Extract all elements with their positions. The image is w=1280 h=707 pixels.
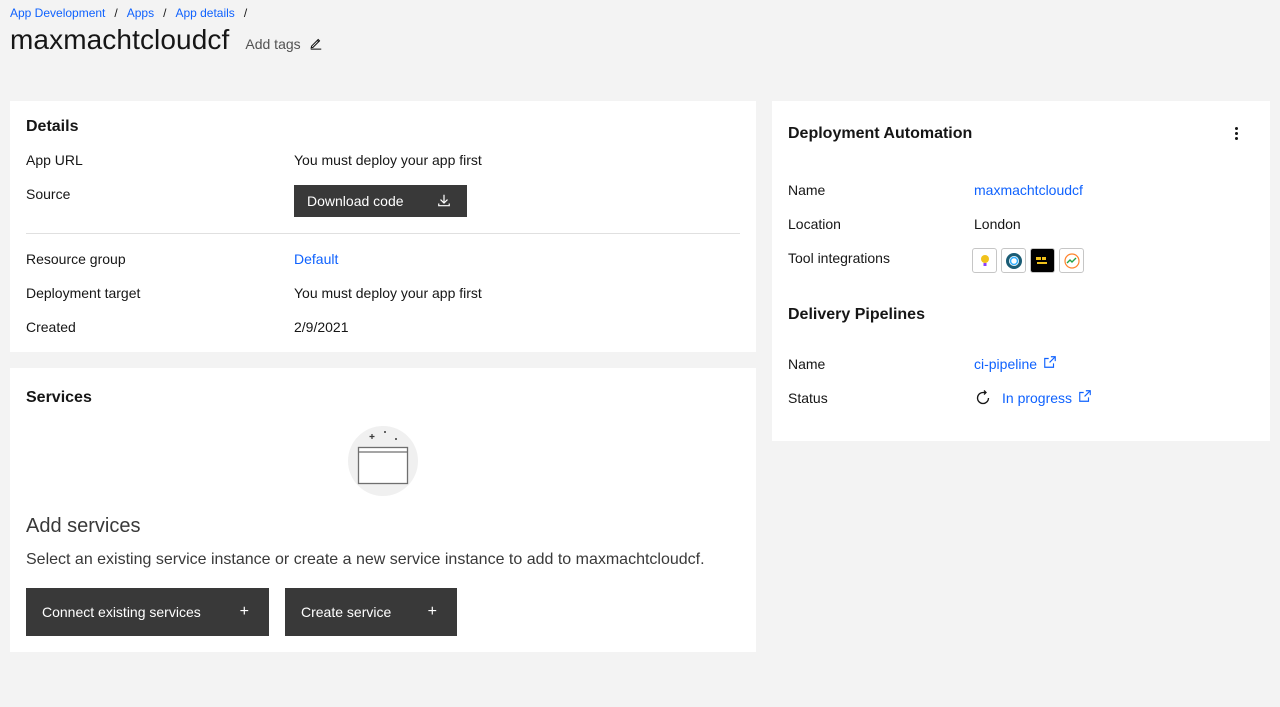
download-icon (437, 193, 451, 210)
app-url-value: You must deploy your app first (294, 152, 482, 168)
location-value: London (974, 216, 1021, 232)
add-tags-label: Add tags (245, 36, 301, 52)
pipeline-status-label: Status (788, 390, 828, 406)
plus-icon: + (239, 603, 249, 620)
app-url-label: App URL (26, 152, 83, 168)
location-label: Location (788, 216, 841, 232)
in-progress-icon (974, 389, 992, 407)
created-value: 2/9/2021 (294, 319, 349, 335)
connect-existing-services-label: Connect existing services (42, 604, 201, 620)
toolchain-icon[interactable] (1030, 248, 1055, 273)
download-code-label: Download code (307, 193, 404, 209)
download-code-button[interactable]: Download code (294, 185, 467, 217)
breadcrumb: App Development / Apps / App details / (10, 6, 256, 20)
pipeline-status-text: In progress (1002, 389, 1073, 406)
breadcrumb-apps[interactable]: Apps (127, 6, 154, 20)
source-label: Source (26, 186, 71, 202)
page-title: maxmachtcloudcf (10, 24, 230, 55)
deployment-target-label: Deployment target (26, 285, 141, 301)
toolchain-name-label: Name (788, 182, 826, 198)
details-divider (26, 233, 740, 234)
services-heading: Services (26, 389, 92, 406)
deployment-automation-panel: Deployment Automation Name maxmachtcloud… (772, 101, 1270, 441)
toolchain-name-link[interactable]: maxmachtcloudcf (974, 182, 1083, 198)
add-services-description: Select an existing service instance or c… (26, 551, 705, 568)
lightbulb-icon[interactable] (972, 248, 997, 273)
breadcrumb-app-development[interactable]: App Development (10, 6, 105, 20)
title-row: maxmachtcloudcf Add tags (10, 24, 323, 56)
ring-icon[interactable] (1001, 248, 1026, 273)
details-heading: Details (26, 118, 79, 135)
external-link-icon (1043, 355, 1057, 372)
breadcrumb-app-details[interactable]: App details (175, 6, 234, 20)
pipeline-name-text: ci-pipeline (974, 355, 1038, 372)
tool-integrations-label: Tool integrations (788, 250, 890, 266)
deployment-automation-heading: Deployment Automation (788, 125, 973, 142)
breadcrumb-separator: / (114, 6, 118, 20)
details-panel: Details App URL You must deploy your app… (10, 101, 756, 352)
overflow-menu-icon[interactable] (1228, 125, 1244, 141)
delivery-pipelines-heading: Delivery Pipelines (788, 306, 925, 323)
edit-pencil-icon (309, 36, 323, 53)
pipeline-name-label: Name (788, 356, 826, 372)
services-panel: Services Add services Select an existing… (10, 368, 756, 652)
breadcrumb-separator: / (243, 6, 248, 20)
resource-group-label: Resource group (26, 251, 126, 267)
connect-existing-services-button[interactable]: Connect existing services + (26, 588, 269, 636)
created-label: Created (26, 319, 76, 335)
create-service-label: Create service (301, 604, 392, 620)
pipeline-status-link[interactable]: In progress (1002, 389, 1092, 406)
tool-integrations-list (972, 248, 1084, 273)
breadcrumb-separator: / (163, 6, 167, 20)
resource-group-link[interactable]: Default (294, 251, 338, 267)
external-link-icon (1078, 389, 1092, 406)
add-tags-button[interactable]: Add tags (245, 36, 322, 53)
devops-insights-icon[interactable] (1059, 248, 1084, 273)
add-services-title: Add services (26, 515, 141, 537)
empty-window-illustration-icon (348, 426, 418, 496)
create-service-button[interactable]: Create service + (285, 588, 457, 636)
pipeline-name-link[interactable]: ci-pipeline (974, 355, 1057, 372)
plus-icon: + (427, 603, 437, 620)
deployment-target-value: You must deploy your app first (294, 285, 482, 301)
